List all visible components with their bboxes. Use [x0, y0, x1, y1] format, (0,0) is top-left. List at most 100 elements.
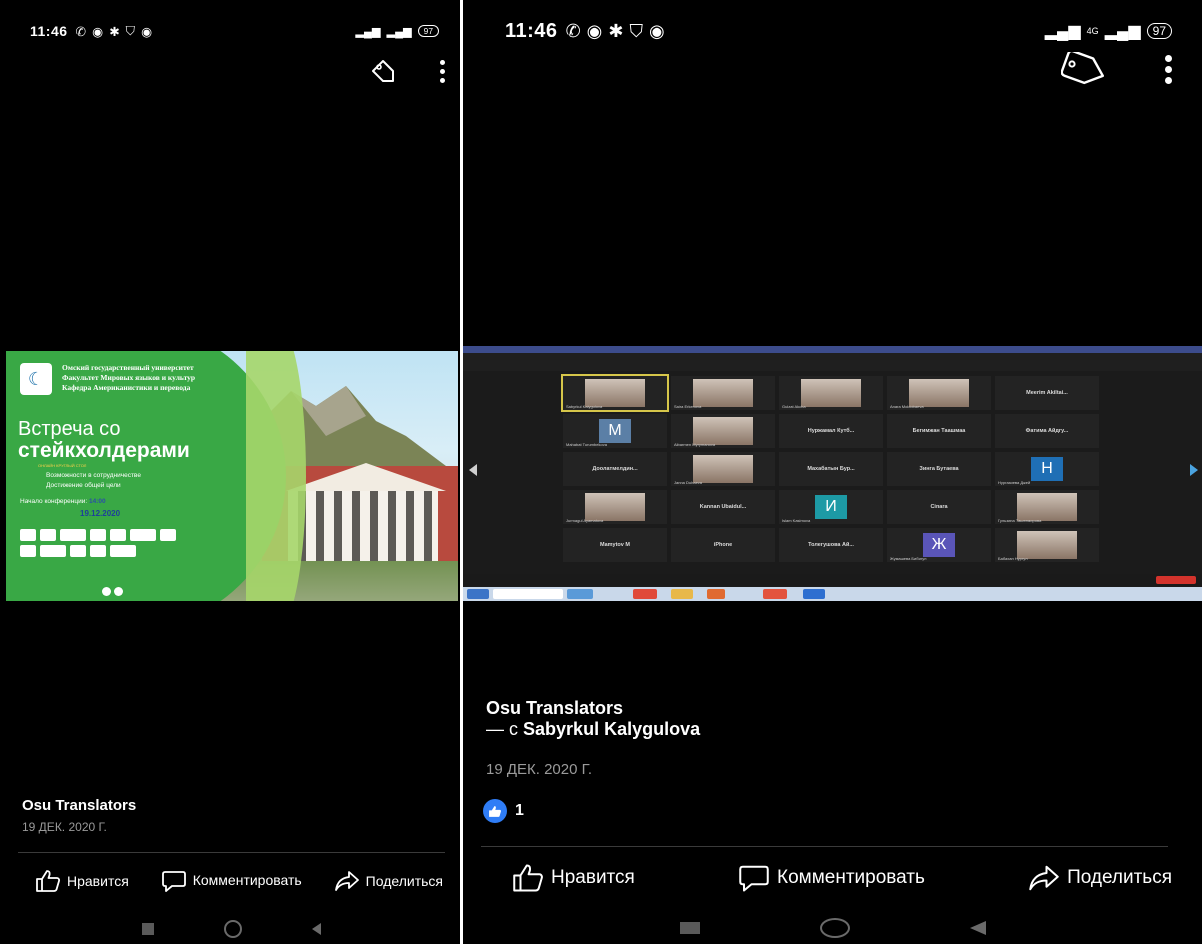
partner-logo [160, 529, 176, 541]
participant-name: Aibarmen Myrymanova [674, 442, 716, 447]
system-nav-bar [0, 920, 463, 938]
participant-name: Saira Erkenova [674, 404, 702, 409]
participant-name: Зинга Бутаева [919, 466, 959, 472]
participant-name: Бегимжан Таашмаа [912, 428, 966, 434]
participant-name: Meerim Akiltai... [1026, 390, 1068, 396]
taskbar-app [803, 589, 825, 599]
left-phone-screen: 11:46 ✆ ◉ ✱ ⛉ ◉ ▂▄▆ ▂▄▆ 97 ☾ Омский госу… [0, 0, 463, 944]
participant-tile: Sabyrkul Kalygulova [561, 374, 669, 412]
like-button[interactable]: Нравится [35, 869, 129, 893]
tag-icon[interactable] [370, 58, 396, 84]
partner-logo [110, 529, 126, 541]
partner-logo [130, 529, 156, 541]
share-button[interactable]: Поделиться [1027, 863, 1172, 893]
app-icon-2: ◉ [648, 20, 665, 41]
participant-tile: Нуржамал Кутб... [779, 414, 883, 448]
comment-button[interactable]: Комментировать [161, 869, 302, 893]
participant-tile: iPhone [671, 528, 775, 562]
messenger-icon: ✆ [565, 20, 581, 41]
post-action-bar: Нравится Комментировать Поделиться [511, 852, 1172, 904]
like-reaction-icon [483, 799, 507, 823]
participant-avatar: И [815, 495, 847, 519]
participant-tile: Толегушова Ай... [779, 528, 883, 562]
status-right: ▂▄▆ ▂▄▆ 97 [355, 24, 439, 38]
poster-title: Встреча со стейкхолдерами [18, 419, 190, 462]
right-phone-screen: 11:46 ✆ ◉ ✱ ⛉ ◉ ▂▄▆ 4G ▂▄▆ 97 Sabyrkul K… [463, 0, 1202, 944]
participant-name: Mahabat Turumbekova [566, 442, 607, 447]
social-icons [102, 587, 123, 596]
post-image-poster[interactable]: ☾ Омский государственный университет Фак… [6, 351, 458, 601]
participant-video [585, 493, 645, 521]
zoom-end-button [1156, 576, 1196, 584]
taskbar-app [671, 589, 693, 599]
poster-university: Омский государственный университет Факул… [62, 363, 242, 393]
participant-tile: Janna Duhaeva [671, 452, 775, 486]
participant-tile: Meerim Akiltai... [995, 376, 1099, 410]
status-time: 11:46 [505, 19, 558, 42]
divider [18, 852, 445, 853]
poster-points: Возможности в сотрудничестве Достижение … [46, 471, 141, 491]
photo-top-actions [1061, 52, 1172, 86]
taskbar-start [467, 589, 489, 599]
share-button[interactable]: Поделиться [334, 869, 443, 893]
post-image-zoom-screenshot[interactable]: Sabyrkul Kalygulova Saira Erkenova Gulzat … [463, 346, 1202, 601]
nav-back-icon[interactable] [969, 921, 986, 935]
nav-recents-icon[interactable] [679, 922, 700, 934]
instagram-icon [114, 587, 123, 596]
participant-tile: Махабатын Бур... [779, 452, 883, 486]
partner-logo [90, 529, 106, 541]
poster-columns [288, 491, 438, 561]
system-nav-bar [463, 918, 1202, 938]
like-button[interactable]: Нравится [511, 863, 635, 893]
status-time: 11:46 [30, 23, 68, 39]
participant-name: Доолатмелдин... [592, 466, 638, 472]
partner-logo [110, 545, 136, 557]
comment-button[interactable]: Комментировать [737, 863, 925, 893]
reactions-summary[interactable]: 1 [483, 799, 524, 823]
post-action-bar: Нравится Комментировать Поделиться [35, 858, 443, 904]
more-vert-icon[interactable] [440, 59, 445, 83]
partner-logo [40, 545, 66, 557]
participant-avatar: Н [1031, 457, 1063, 481]
nav-recents-icon[interactable] [142, 923, 154, 935]
participant-tile: Зинга Бутаева [887, 452, 991, 486]
tag-icon[interactable] [1061, 52, 1107, 86]
participant-tile: Anara Moldobaeva [887, 376, 991, 410]
share-label: Поделиться [1067, 867, 1172, 888]
participant-name: Jurmagul Ayamatova [566, 518, 604, 523]
participant-name: Cinara [930, 504, 948, 510]
participant-avatar: M [599, 419, 631, 443]
app-icon-2: ◉ [141, 24, 153, 39]
participant-tile: Aibarmen Myrymanova [671, 414, 775, 448]
post-tagged-person[interactable]: Sabyrkul Kalygulova [523, 719, 700, 739]
more-vert-icon[interactable] [1165, 54, 1172, 84]
participant-tile: Бабахан Нургул [995, 528, 1099, 562]
partner-logo [20, 545, 36, 557]
poster-subtitle: ОНЛАЙН КРУГЛЫЙ СТОЛ [38, 463, 87, 468]
partner-logo [20, 529, 36, 541]
partner-logo [70, 545, 86, 557]
participant-tile: Gulzat Akcha [779, 376, 883, 410]
app-icon: ◉ [92, 24, 104, 39]
nav-back-icon[interactable] [312, 923, 321, 935]
post-author[interactable]: Osu Translators [486, 696, 623, 720]
participant-tile: Jurmagul Ayamatova [563, 490, 667, 524]
comment-icon [739, 865, 769, 892]
zoom-gallery-grid: Sabyrkul Kalygulova Saira Erkenova Gulzat … [561, 374, 1099, 566]
nav-home-icon[interactable] [224, 920, 242, 938]
post-author[interactable]: Osu Translators [22, 797, 136, 814]
taskbar-app [633, 589, 657, 599]
participant-name: Mamytov M [600, 542, 630, 548]
bell-icon: ✱ [608, 20, 624, 41]
taskbar-search [493, 589, 563, 599]
shield-icon: ⛉ [629, 20, 643, 41]
comment-icon [161, 871, 186, 892]
nav-home-icon[interactable] [819, 918, 850, 938]
network-type: 4G [1086, 26, 1099, 36]
partner-logos [20, 529, 190, 557]
taskbar-app [567, 589, 593, 599]
poster-university-line: Омский государственный университет [62, 363, 194, 372]
taskbar-app [763, 589, 787, 599]
participant-name: Гульзина Таштемирова [998, 518, 1042, 523]
participant-tile: Фатима Айдгу... [995, 414, 1099, 448]
